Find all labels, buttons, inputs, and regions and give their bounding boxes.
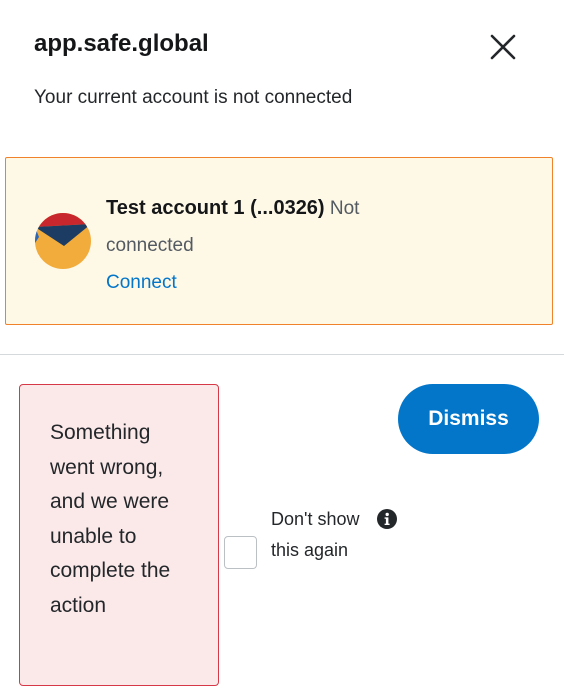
account-name: Test account 1 (...0326): [106, 197, 325, 219]
site-title: app.safe.global: [34, 30, 209, 57]
close-icon: [490, 34, 516, 60]
dont-show-again-label[interactable]: Don't show this again: [271, 504, 371, 566]
account-avatar-icon: [35, 213, 91, 269]
dismiss-button[interactable]: Dismiss: [398, 384, 539, 454]
connection-popup: app.safe.global Your current account is …: [0, 0, 564, 700]
account-info: Test account 1 (...0326) Not connected C…: [106, 190, 436, 301]
connect-link[interactable]: Connect: [106, 264, 177, 301]
dont-show-again-option[interactable]: Don't show this again: [224, 504, 371, 569]
account-card: Test account 1 (...0326) Not connected C…: [5, 157, 553, 325]
error-message-text: Something went wrong, and we were unable…: [50, 421, 171, 617]
error-message-box: Something went wrong, and we were unable…: [19, 384, 219, 686]
dont-show-again-checkbox[interactable]: [224, 536, 257, 569]
close-button[interactable]: [486, 30, 520, 64]
connection-status-text: Your current account is not connected: [34, 87, 353, 108]
divider: [0, 354, 564, 355]
info-icon[interactable]: [376, 508, 398, 530]
